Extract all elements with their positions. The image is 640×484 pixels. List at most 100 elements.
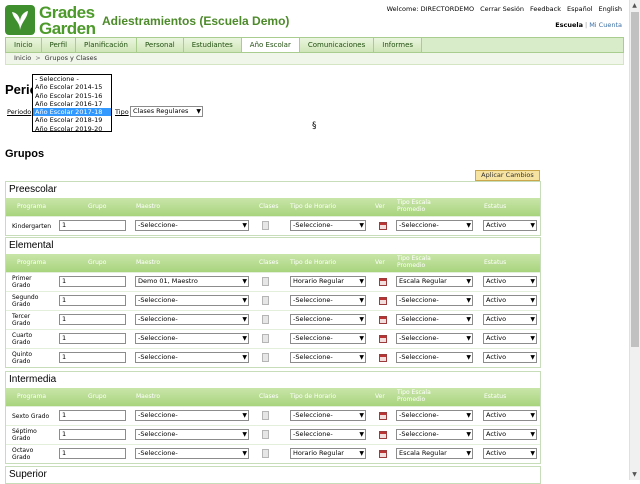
document-icon[interactable] [262, 315, 269, 324]
grupo-input[interactable]: 1 [59, 295, 126, 306]
grupo-input[interactable]: 1 [59, 352, 126, 363]
escala-select[interactable]: -Seleccione- ▼ [396, 410, 473, 421]
calendar-icon[interactable] [379, 297, 387, 305]
horario-select[interactable]: -Seleccione- ▼ [290, 352, 366, 363]
language-en-link[interactable]: English [599, 5, 622, 13]
chevron-down-icon: ▼ [359, 316, 364, 323]
calendar-icon[interactable] [379, 278, 387, 286]
calendar-icon[interactable] [379, 222, 387, 230]
escala-select[interactable]: -Seleccione- ▼ [396, 220, 473, 231]
escala-select[interactable]: -Seleccione- ▼ [396, 429, 473, 440]
escala-select[interactable]: -Seleccione- ▼ [396, 333, 473, 344]
scroll-up-icon[interactable]: ▲ [629, 0, 640, 11]
horario-select[interactable]: -Seleccione- ▼ [290, 295, 366, 306]
maestro-select[interactable]: -Seleccione- ▼ [135, 295, 249, 306]
breadcrumb-home[interactable]: Inicio [14, 54, 31, 62]
periodo-dropdown-list[interactable]: - Seleccione - Año Escolar 2014-15 Año E… [32, 74, 112, 133]
my-account-link[interactable]: Mi Cuenta [589, 21, 622, 29]
horario-select[interactable]: -Seleccione- ▼ [290, 429, 366, 440]
periodo-option[interactable]: Año Escolar 2015-16 [33, 92, 111, 100]
estatus-select[interactable]: Activo ▼ [483, 295, 537, 306]
tab-informes[interactable]: Informes [374, 38, 423, 52]
tab-personal[interactable]: Personal [136, 38, 184, 52]
tab-ano-escolar[interactable]: Año Escolar [241, 38, 300, 52]
periodo-option[interactable]: Año Escolar 2019-20 [33, 125, 111, 133]
periodo-option-selected[interactable]: Año Escolar 2017-18 [33, 108, 111, 117]
estatus-select[interactable]: Activo ▼ [483, 448, 537, 459]
feedback-link[interactable]: Feedback [530, 5, 561, 13]
periodo-option[interactable]: Año Escolar 2016-17 [33, 100, 111, 108]
estatus-select[interactable]: Activo ▼ [483, 314, 537, 325]
col-maestro: Maestro [136, 203, 161, 210]
maestro-select[interactable]: -Seleccione- ▼ [135, 410, 249, 421]
logout-link[interactable]: Cerrar Sesión [480, 5, 524, 13]
school-link[interactable]: Escuela [555, 21, 583, 29]
scroll-thumb[interactable] [631, 12, 639, 347]
grupo-input[interactable]: 1 [59, 220, 126, 231]
grupo-input[interactable]: 1 [59, 448, 126, 459]
maestro-select[interactable]: -Seleccione- ▼ [135, 333, 249, 344]
grades-garden-logo[interactable]: Grades Garden [5, 3, 96, 38]
document-icon[interactable] [262, 353, 269, 362]
document-icon[interactable] [262, 430, 269, 439]
document-icon[interactable] [262, 334, 269, 343]
tab-planificacion[interactable]: Planificación [76, 38, 137, 52]
periodo-option[interactable]: Año Escolar 2014-15 [33, 83, 111, 91]
horario-select[interactable]: -Seleccione- ▼ [290, 410, 366, 421]
app-title: Adiestramientos (Escuela Demo) [102, 14, 290, 28]
horario-select[interactable]: Horario Regular ▼ [290, 448, 366, 459]
vertical-scrollbar[interactable]: ▲ ▼ [629, 0, 640, 480]
maestro-select[interactable]: -Seleccione- ▼ [135, 448, 249, 459]
horario-select[interactable]: -Seleccione- ▼ [290, 333, 366, 344]
periodo-option[interactable]: Año Escolar 2018-19 [33, 116, 111, 124]
apply-changes-button[interactable]: Aplicar Cambios [475, 170, 540, 181]
maestro-select[interactable]: -Seleccione- ▼ [135, 220, 249, 231]
language-es-link[interactable]: Español [567, 5, 593, 13]
calendar-icon[interactable] [379, 354, 387, 362]
horario-select[interactable]: Horario Regular ▼ [290, 276, 366, 287]
calendar-icon[interactable] [379, 316, 387, 324]
tipo-select[interactable]: Clases Regulares ▼ [130, 106, 203, 117]
document-icon[interactable] [262, 296, 269, 305]
estatus-select[interactable]: Activo ▼ [483, 333, 537, 344]
calendar-icon[interactable] [379, 335, 387, 343]
document-icon[interactable] [262, 411, 269, 420]
maestro-select[interactable]: -Seleccione- ▼ [135, 352, 249, 363]
escala-select[interactable]: Escala Regular ▼ [396, 276, 473, 287]
maestro-select[interactable]: -Seleccione- ▼ [135, 429, 249, 440]
tab-inicio[interactable]: Inicio [6, 38, 42, 52]
estatus-select[interactable]: Activo ▼ [483, 429, 537, 440]
escala-select[interactable]: -Seleccione- ▼ [396, 295, 473, 306]
document-icon[interactable] [262, 277, 269, 286]
horario-select[interactable]: -Seleccione- ▼ [290, 314, 366, 325]
document-icon[interactable] [262, 449, 269, 458]
estatus-select[interactable]: Activo ▼ [483, 410, 537, 421]
escala-select[interactable]: -Seleccione- ▼ [396, 314, 473, 325]
chevron-down-icon: ▼ [242, 335, 247, 342]
maestro-select[interactable]: -Seleccione- ▼ [135, 314, 249, 325]
programa-name: Octavo Grado [12, 447, 34, 461]
calendar-icon[interactable] [379, 450, 387, 458]
calendar-icon[interactable] [379, 431, 387, 439]
grupo-input[interactable]: 1 [59, 333, 126, 344]
section-title: Preescolar [6, 182, 540, 198]
maestro-select[interactable]: Demo 01, Maestro ▼ [135, 276, 249, 287]
grupo-input[interactable]: 1 [59, 410, 126, 421]
periodo-option[interactable]: - Seleccione - [33, 75, 111, 83]
estatus-select[interactable]: Activo ▼ [483, 220, 537, 231]
grupo-input[interactable]: 1 [59, 314, 126, 325]
document-icon[interactable] [262, 221, 269, 230]
escala-select[interactable]: Escala Regular ▼ [396, 448, 473, 459]
grupo-input[interactable]: 1 [59, 429, 126, 440]
grupo-input[interactable]: 1 [59, 276, 126, 287]
tab-comunicaciones[interactable]: Comunicaciones [299, 38, 375, 52]
escala-select[interactable]: -Seleccione- ▼ [396, 352, 473, 363]
scroll-down-icon[interactable]: ▼ [629, 469, 640, 480]
tab-estudiantes[interactable]: Estudiantes [183, 38, 242, 52]
horario-select[interactable]: -Seleccione- ▼ [290, 220, 366, 231]
estatus-select[interactable]: Activo ▼ [483, 352, 537, 363]
estatus-select[interactable]: Activo ▼ [483, 276, 537, 287]
tab-perfil[interactable]: Perfil [41, 38, 77, 52]
chevron-down-icon: ▼ [196, 108, 201, 115]
calendar-icon[interactable] [379, 412, 387, 420]
